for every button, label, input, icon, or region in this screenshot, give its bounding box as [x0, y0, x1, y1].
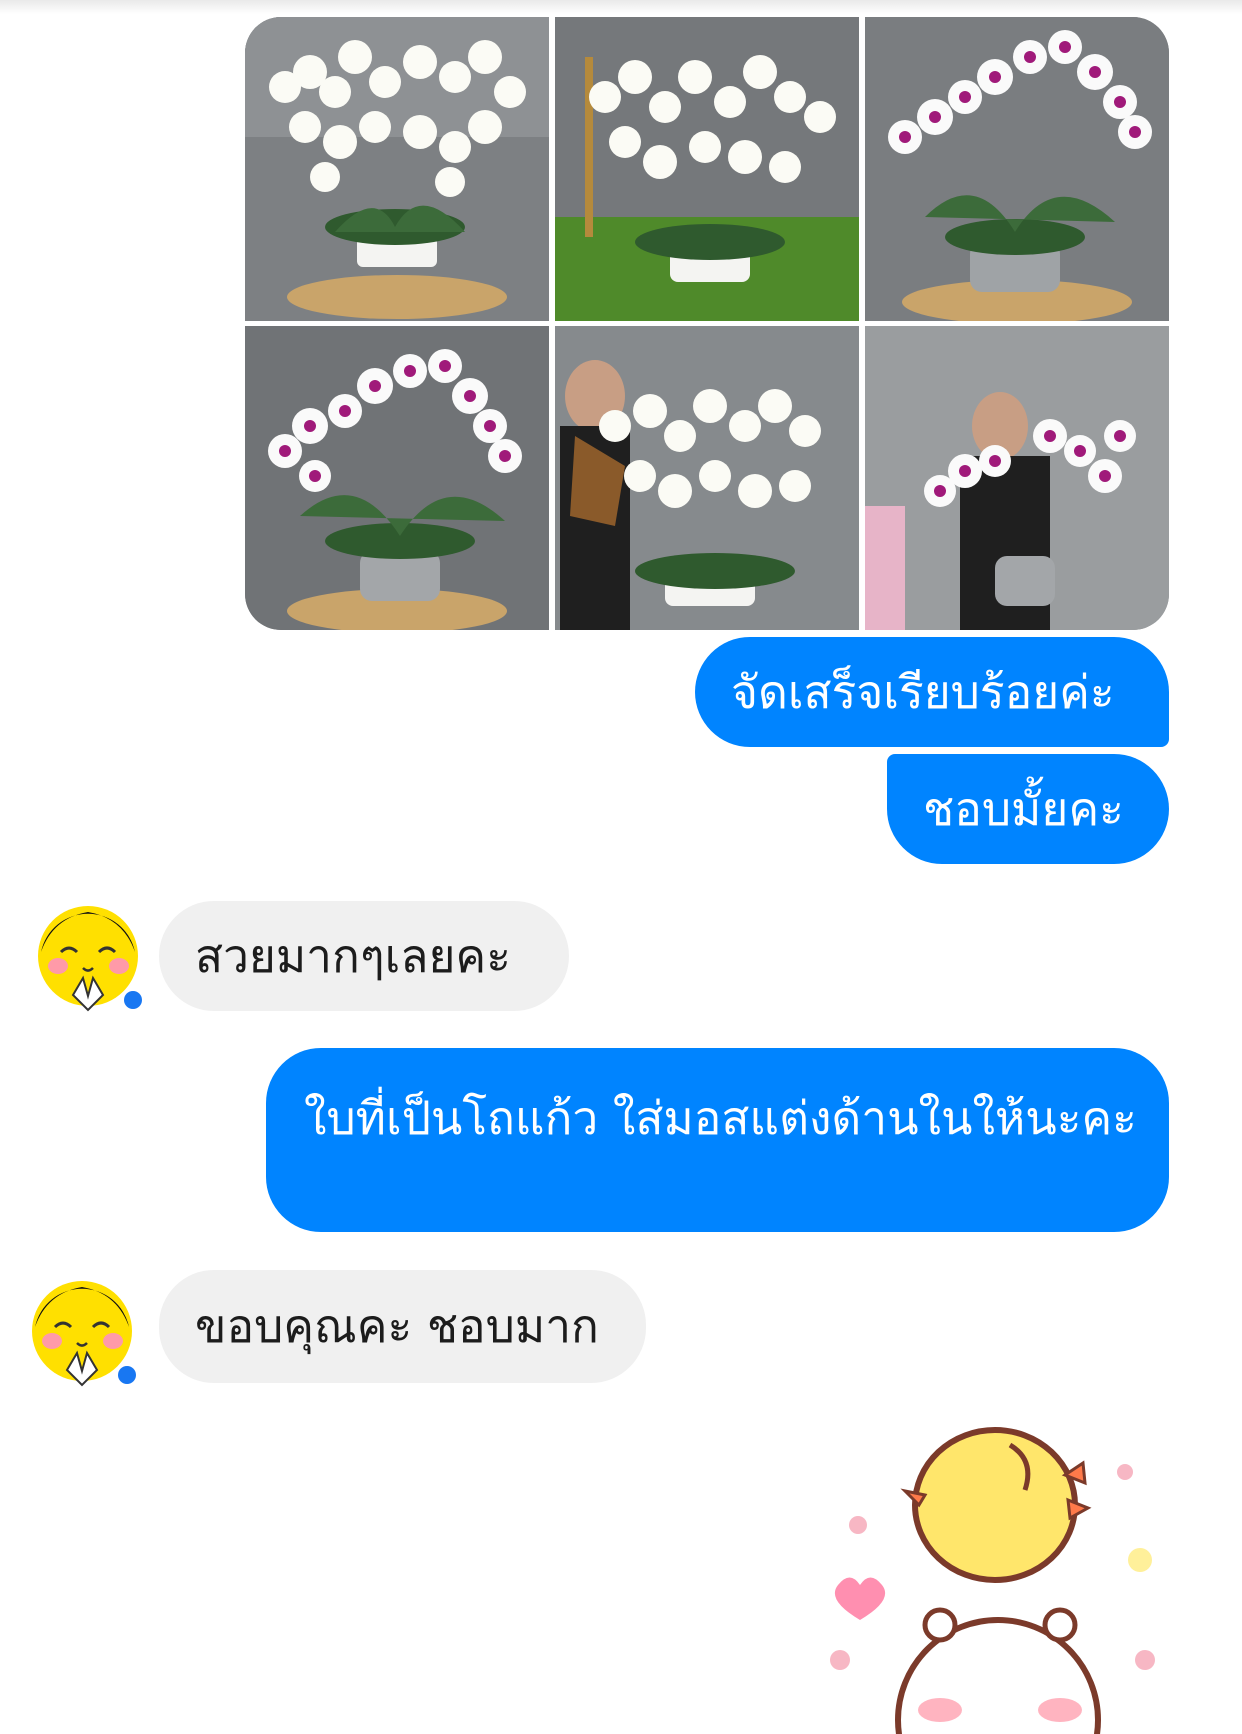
- shared-photo[interactable]: [245, 17, 549, 321]
- shared-photo[interactable]: [555, 326, 859, 630]
- incoming-message[interactable]: ขอบคุณคะ ชอบมาก: [159, 1270, 646, 1383]
- shared-photo[interactable]: [245, 326, 549, 630]
- shared-photo[interactable]: [555, 17, 859, 321]
- shared-photo[interactable]: [865, 17, 1169, 321]
- chat-screen: จัดเสร็จเรียบร้อยค่ะ ชอบมั้ยคะ สวยมากๆเล…: [0, 0, 1242, 1734]
- outgoing-message[interactable]: ชอบมั้ยคะ: [887, 754, 1169, 864]
- shared-photo[interactable]: [865, 326, 1169, 630]
- incoming-message[interactable]: สวยมากๆเลยคะ: [159, 901, 569, 1011]
- top-bar-shadow: [0, 0, 1242, 14]
- outgoing-message[interactable]: ใบที่เป็นโถแก้ว ใส่มอสแต่งด้านในให้นะคะ: [266, 1048, 1169, 1232]
- contact-avatar-icon[interactable]: [27, 1275, 137, 1395]
- contact-avatar-icon[interactable]: [33, 900, 143, 1020]
- shared-photo-grid: [245, 17, 1169, 630]
- sticker[interactable]: [820, 1420, 1180, 1734]
- outgoing-message[interactable]: จัดเสร็จเรียบร้อยค่ะ: [695, 637, 1169, 747]
